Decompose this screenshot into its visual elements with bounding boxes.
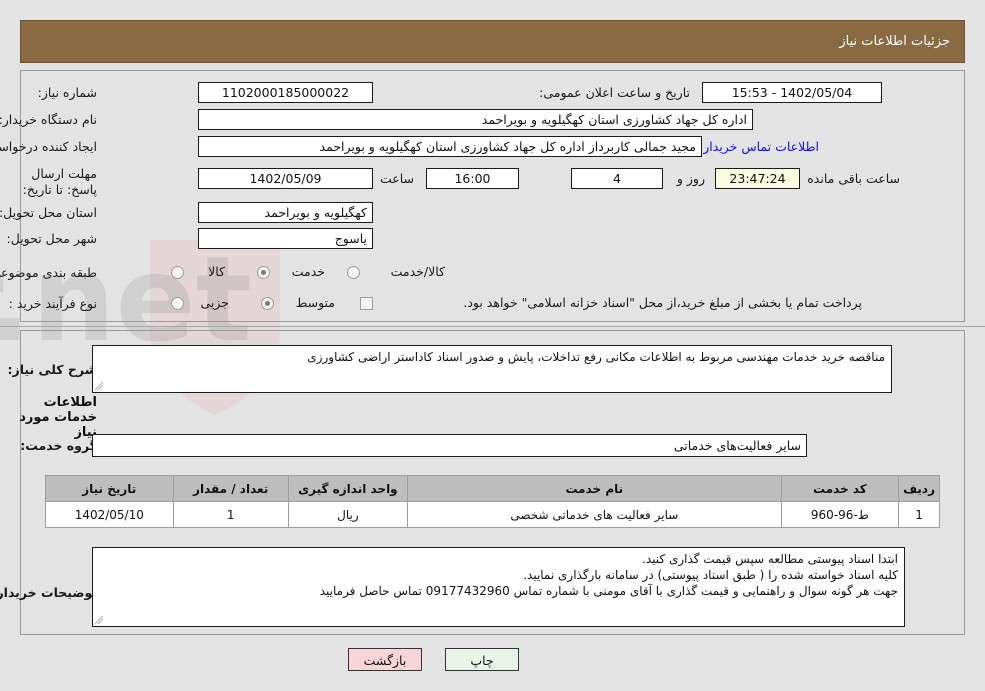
service-group-label: گروه خدمت: — [20, 438, 97, 453]
services-table: ردیف کد خدمت نام خدمت واحد اندازه گیری ت… — [45, 475, 940, 528]
announcement-datetime-value: 1402/05/04 - 15:53 — [702, 82, 882, 103]
table-header-row: ردیف کد خدمت نام خدمت واحد اندازه گیری ت… — [45, 475, 940, 502]
services-section-heading: اطلاعات خدمات مورد نیاز — [19, 395, 97, 440]
radio-category-kala-label: کالا — [208, 264, 225, 279]
response-deadline-label: مهلت ارسال پاسخ: تا تاریخ: — [22, 166, 97, 197]
page-title-bar: جزئیات اطلاعات نیاز — [20, 20, 965, 63]
cell-need-date: 1402/05/10 — [45, 501, 174, 528]
col-need-date: تاریخ نیاز — [45, 475, 174, 502]
radio-category-khedmat[interactable] — [257, 266, 270, 279]
deadline-time-value: 16:00 — [426, 168, 519, 189]
buyer-note-line-1: ابتدا اسناد پیوستی مطالعه سپس قیمت گذاری… — [642, 552, 898, 566]
deadline-date-value: 1402/05/09 — [198, 168, 373, 189]
need-info-panel — [20, 70, 965, 322]
cell-quantity: 1 — [172, 501, 289, 528]
radio-category-kala-khedmat[interactable] — [347, 266, 360, 279]
table-row: 1 ط-96-960 سایر فعالیت های خدماتی شخصی ر… — [45, 501, 940, 528]
back-button[interactable]: بازگشت — [348, 648, 422, 671]
subject-classification-label: طبقه بندی موضوعی: — [0, 265, 97, 280]
checkbox-treasury-bonds[interactable] — [360, 297, 373, 310]
days-remaining-value: 4 — [571, 168, 663, 189]
print-button[interactable]: چاپ — [445, 648, 519, 671]
service-group-value[interactable]: سایر فعالیت‌های خدماتی — [92, 434, 807, 457]
cell-service-name: سایر فعالیت های خدماتی شخصی — [407, 501, 782, 528]
countdown-remaining-word: ساعت باقی مانده — [807, 171, 900, 186]
buyer-note-line-2: کلیه اسناد خواسته شده را ( طبق اسناد پیو… — [523, 568, 898, 582]
section-divider-1 — [0, 326, 985, 327]
cell-unit: ریال — [287, 501, 409, 528]
countdown-timer-value: 23:47:24 — [715, 168, 800, 189]
announcement-datetime-label: تاریخ و ساعت اعلان عمومی: — [539, 85, 690, 100]
need-number-label: شماره نیاز: — [37, 85, 97, 100]
request-creator-value: مجید جمالی کاربرداز اداره کل جهاد کشاورز… — [198, 136, 702, 157]
deadline-time-word: ساعت — [379, 171, 414, 186]
radio-process-jozei-label: جزیی — [200, 295, 229, 310]
cell-service-code: ط-96-960 — [780, 501, 900, 528]
need-number-value: 1102000185000022 — [198, 82, 373, 103]
purchase-process-label: نوع فرآیند خرید : — [8, 296, 97, 311]
general-description-label: شرح کلی نیاز: — [7, 362, 97, 377]
resize-grip-icon — [95, 616, 104, 625]
col-row-index: ردیف — [898, 475, 940, 502]
general-description-textarea[interactable]: مناقصه خرید خدمات مهندسی مربوط به اطلاعا… — [92, 345, 892, 393]
radio-process-motavaset[interactable] — [261, 297, 274, 310]
resize-grip-icon — [95, 382, 104, 391]
buyer-organization-label: نام دستگاه خریدار: — [0, 112, 97, 127]
col-service-code: کد خدمت — [780, 475, 900, 502]
buyer-notes-textarea[interactable]: ابتدا اسناد پیوستی مطالعه سپس قیمت گذاری… — [92, 547, 905, 627]
radio-category-kala-khedmat-label: کالا/خدمت — [390, 264, 445, 279]
delivery-city-label: شهر محل تحویل: — [6, 231, 97, 246]
buyer-contact-link[interactable]: اطلاعات تماس خریدار — [703, 139, 819, 154]
cell-row-index: 1 — [898, 501, 940, 528]
radio-process-motavaset-label: متوسط — [295, 295, 335, 310]
page-root: ArtaTender.net جزئیات اطلاعات نیاز شماره… — [0, 0, 985, 691]
general-description-value: مناقصه خرید خدمات مهندسی مربوط به اطلاعا… — [307, 350, 885, 364]
delivery-city-value: یاسوج — [198, 228, 373, 249]
delivery-province-value: کهگیلویه و بویراحمد — [198, 202, 373, 223]
radio-category-kala[interactable] — [171, 266, 184, 279]
delivery-province-label: استان محل تحویل: — [0, 205, 97, 220]
page-title: جزئیات اطلاعات نیاز — [839, 34, 950, 49]
radio-category-khedmat-label: خدمت — [291, 264, 325, 279]
buyer-organization-value: اداره کل جهاد کشاورزی استان کهگیلویه و ب… — [198, 109, 753, 130]
request-creator-label: ایجاد کننده درخواست: — [0, 139, 97, 154]
buyer-notes-label: توضیحات خریدار: — [0, 585, 97, 600]
radio-process-jozei[interactable] — [171, 297, 184, 310]
col-service-name: نام خدمت — [407, 475, 782, 502]
buyer-note-line-3: جهت هر گونه سوال و راهنمایی و قیمت گذاری… — [319, 584, 898, 598]
treasury-bonds-note: پرداخت تمام یا بخشی از مبلغ خرید،از محل … — [463, 295, 862, 310]
col-unit: واحد اندازه گیری — [287, 475, 409, 502]
days-remaining-word: روز و — [676, 171, 705, 186]
col-quantity: تعداد / مقدار — [172, 475, 289, 502]
